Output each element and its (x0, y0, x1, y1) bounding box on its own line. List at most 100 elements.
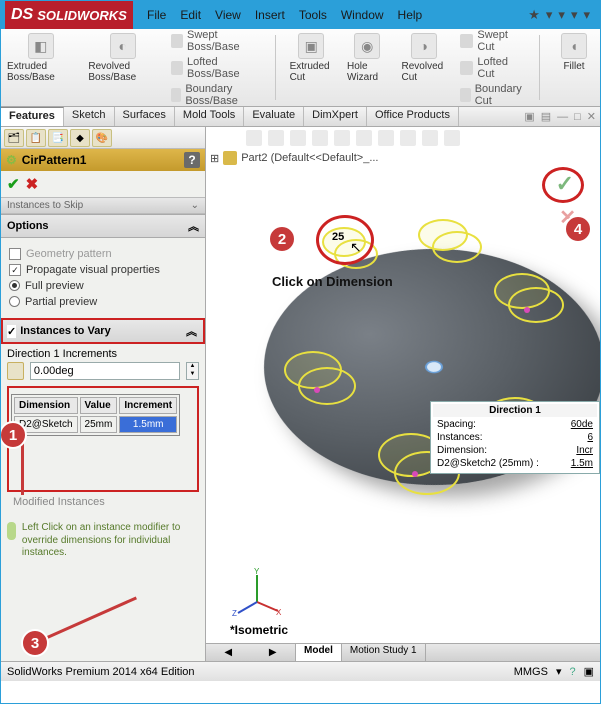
table-row[interactable]: D2@Sketch25mm1.5mm (14, 416, 177, 433)
modifier-dot-4[interactable] (524, 307, 530, 313)
partial-preview-radio[interactable]: Partial preview (9, 296, 197, 308)
zoom-fit-icon[interactable] (246, 130, 262, 146)
ok-button[interactable]: ✔ (7, 175, 20, 193)
hole-wizard-button[interactable]: ◉Hole Wizard (347, 33, 388, 102)
apply-scene-icon[interactable] (422, 130, 438, 146)
dimension-value[interactable]: Incr (564, 445, 595, 456)
prev-tab-icon[interactable]: ◀ (224, 647, 232, 658)
modifier-dot-2[interactable] (412, 471, 418, 477)
new-doc-icon[interactable]: ▾ (546, 7, 553, 23)
display-style-icon[interactable] (356, 130, 372, 146)
bottom-tabs: ◀ ▶ Model Motion Study 1 (206, 643, 600, 661)
close-icon[interactable]: ✕ (587, 110, 596, 123)
d2-value[interactable]: 1.5m (564, 458, 595, 469)
menu-edit[interactable]: Edit (180, 8, 201, 22)
minimize-icon[interactable]: — (557, 111, 568, 123)
menu-file[interactable]: File (147, 8, 166, 22)
instances-value[interactable]: 6 (564, 432, 595, 443)
menu-tools[interactable]: Tools (299, 8, 327, 22)
instances-vary-checkbox[interactable]: ✓ (7, 325, 16, 338)
modifier-dot-1[interactable] (314, 387, 320, 393)
instances-label: Instances: (435, 432, 562, 443)
property-mgr-icon[interactable]: 📋 (26, 129, 46, 147)
tab-evaluate[interactable]: Evaluate (244, 107, 304, 126)
tab-model[interactable]: Model (296, 644, 342, 661)
zoom-area-icon[interactable] (268, 130, 284, 146)
col-value: Value (80, 397, 118, 414)
cancel-button[interactable]: ✖ (26, 175, 39, 193)
units-label[interactable]: MMGS (514, 666, 548, 678)
manager-tabs: 🗂 📋 📑 ◆ 🎨 (1, 127, 205, 149)
feature-mgr-icon[interactable]: 🗂 (4, 129, 24, 147)
propagate-visual-checkbox[interactable]: ✓Propagate visual properties (9, 264, 197, 276)
angle-spinner[interactable]: ▲▼ (186, 362, 199, 380)
star-icon[interactable]: ★ (528, 7, 540, 23)
help-button[interactable]: ? (184, 152, 200, 168)
edit-appearance-icon[interactable] (400, 130, 416, 146)
boundary-boss-button[interactable]: Boundary Boss/Base (171, 83, 261, 107)
feature-tree-row[interactable]: ⊞ Part2 (Default<<Default>_... (210, 151, 379, 165)
boundary-boss-icon (171, 88, 181, 102)
boundary-cut-button[interactable]: Boundary Cut (460, 83, 525, 107)
tab-sketch[interactable]: Sketch (64, 107, 115, 126)
status-rebuild-icon[interactable]: ▣ (584, 665, 594, 678)
geometry-pattern-checkbox[interactable]: Geometry pattern (9, 248, 197, 260)
extruded-cut-button[interactable]: ▣Extruded Cut (290, 33, 333, 102)
fillet-button[interactable]: ◖Fillet (554, 33, 594, 102)
direction-panel[interactable]: Direction 1 Spacing:60de Instances:6 Dim… (430, 401, 600, 474)
revolved-boss-button[interactable]: ◐Revolved Boss/Base (88, 33, 157, 102)
tab-office-products[interactable]: Office Products (367, 107, 459, 126)
modified-instances-label: Modified Instances (7, 492, 199, 512)
tab-motion-study[interactable]: Motion Study 1 (342, 644, 426, 661)
spacing-value[interactable]: 60de (564, 419, 595, 430)
hide-show-icon[interactable] (378, 130, 394, 146)
prev-view-icon[interactable] (290, 130, 306, 146)
section-view-icon[interactable] (312, 130, 328, 146)
menu-window[interactable]: Window (341, 8, 384, 22)
dimension-text[interactable]: 25 (332, 231, 344, 243)
maximize-icon[interactable]: □ (574, 111, 581, 123)
instances-to-vary-header[interactable]: ✓Instances to Vary ︽ (1, 318, 205, 344)
extruded-boss-button[interactable]: ◧Extruded Boss/Base (7, 33, 74, 102)
tab-mold-tools[interactable]: Mold Tools (175, 107, 244, 126)
instances-to-skip-header[interactable]: Instances to Skip⌄ (1, 197, 205, 214)
menu-view[interactable]: View (215, 8, 241, 22)
angle-input[interactable] (30, 362, 180, 380)
save-icon[interactable]: ▾ (571, 7, 578, 23)
options-header[interactable]: Options︽ (1, 214, 205, 238)
menu-help[interactable]: Help (398, 8, 423, 22)
open-icon[interactable]: ▾ (558, 7, 565, 23)
lofted-boss-button[interactable]: Lofted Boss/Base (171, 56, 261, 80)
collapse-icon: ︽ (188, 218, 199, 234)
status-help-icon[interactable]: ? (569, 666, 575, 678)
view-settings-icon[interactable] (444, 130, 460, 146)
cell-increment[interactable]: 1.5mm (119, 416, 177, 433)
view-orient-icon[interactable] (334, 130, 350, 146)
tab-features[interactable]: Features (1, 107, 64, 126)
tab-dimxpert[interactable]: DimXpert (304, 107, 367, 126)
status-dropdown-icon[interactable]: ▾ (556, 665, 562, 678)
increment-table: DimensionValueIncrement D2@Sketch25mm1.5… (11, 394, 180, 436)
config-mgr-icon[interactable]: 📑 (48, 129, 68, 147)
confirm-check-icon[interactable]: ✓ (556, 171, 574, 197)
graphics-viewport[interactable]: ⊞ Part2 (Default<<Default>_... 2 Click o… (206, 127, 600, 661)
menu-insert[interactable]: Insert (255, 8, 285, 22)
orientation-triad[interactable]: Y X Z (232, 567, 282, 617)
revolved-cut-button[interactable]: ◑Revolved Cut (402, 33, 447, 102)
view-toolbar (206, 127, 600, 149)
full-preview-radio[interactable]: Full preview (9, 280, 197, 292)
pm-confirm: ✔ ✖ (1, 171, 205, 197)
display-mgr-icon[interactable]: 🎨 (92, 129, 112, 147)
lofted-cut-button[interactable]: Lofted Cut (460, 56, 525, 80)
swept-boss-button[interactable]: Swept Boss/Base (171, 29, 261, 53)
cascade-icon[interactable]: ▤ (541, 110, 551, 123)
swept-cut-button[interactable]: Swept Cut (460, 29, 525, 53)
spacing-label: Spacing: (435, 419, 562, 430)
tab-surfaces[interactable]: Surfaces (115, 107, 175, 126)
print-icon[interactable]: ▾ (583, 7, 590, 23)
dimxpert-mgr-icon[interactable]: ◆ (70, 129, 90, 147)
expand-icon[interactable]: ⊞ (210, 152, 219, 165)
titlebar: DS SOLIDWORKS File Edit View Insert Tool… (1, 1, 600, 29)
next-tab-icon[interactable]: ▶ (269, 647, 277, 658)
tile-icon[interactable]: ▣ (524, 110, 534, 123)
